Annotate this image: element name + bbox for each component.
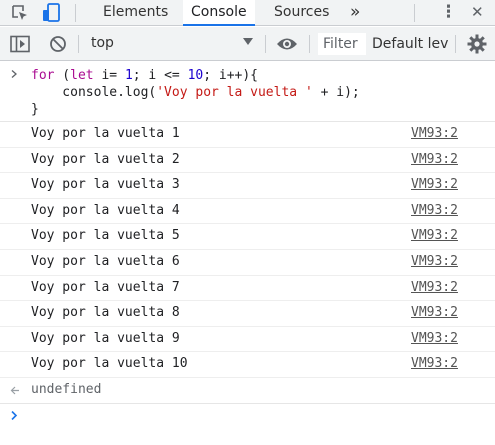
log-source-link[interactable]: VM93:2 [411,254,458,269]
console-prompt[interactable] [0,404,495,428]
more-tabs-icon[interactable]: » [342,0,368,26]
log-message: Voy por la vuelta 6 [31,253,180,269]
live-expression-eye-icon[interactable] [275,31,299,57]
log-source-link[interactable]: VM93:2 [411,203,458,218]
toolbar-divider-4 [455,35,456,53]
log-row: Voy por la vuelta 10 VM93:2 [0,352,495,378]
log-row: Voy por la vuelta 4 VM93:2 [0,199,495,225]
log-message: Voy por la vuelta 10 [31,356,188,372]
console-settings-gear-icon[interactable] [465,31,489,57]
command-code: for (let i= 1; i <= 10; i++){ console.lo… [31,67,360,118]
tabbar-divider-right [414,4,415,22]
tab-elements[interactable]: Elements [95,0,176,26]
log-source-link[interactable]: VM93:2 [411,356,458,371]
log-message: Voy por la vuelta 8 [31,305,180,321]
code-line-2: console.log('Voy por la vuelta ' + i); [31,85,360,100]
log-message: Voy por la vuelta 2 [31,151,180,167]
log-row: Voy por la vuelta 7 VM93:2 [0,276,495,302]
dropdown-arrow-icon [243,38,253,45]
log-message: Voy por la vuelta 7 [31,279,180,295]
tab-console[interactable]: Console [183,0,255,26]
log-source-link[interactable]: VM93:2 [411,126,458,141]
log-source-link[interactable]: VM93:2 [411,228,458,243]
device-toolbar-icon[interactable] [40,0,66,26]
log-source-link[interactable]: VM93:2 [411,280,458,295]
console-command-entry: for (let i= 1; i <= 10; i++){ console.lo… [0,62,495,122]
log-row: Voy por la vuelta 5 VM93:2 [0,224,495,250]
log-levels-dropdown[interactable]: Default lev [372,33,448,55]
result-value: undefined [31,381,102,397]
log-row: Voy por la vuelta 3 VM93:2 [0,173,495,199]
result-row: undefined [0,378,495,404]
toolbar-divider-3 [309,35,310,53]
filter-input[interactable]: Filter [318,33,366,55]
log-source-link[interactable]: VM93:2 [411,152,458,167]
result-arrow-icon [10,386,19,395]
prompt-chevron-icon [11,410,18,420]
tabbar-divider [75,4,76,22]
show-sidebar-icon[interactable] [8,31,32,57]
inspect-element-icon[interactable] [8,0,32,26]
log-row: Voy por la vuelta 8 VM93:2 [0,301,495,327]
console-output: for (let i= 1; i <= 10; i++){ console.lo… [0,62,495,428]
log-message: Voy por la vuelta 1 [31,126,180,141]
context-selector[interactable]: top [85,33,257,55]
devtools-tabbar: Elements Console Sources » ⋮ ✕ [0,0,495,26]
close-devtools-icon[interactable]: ✕ [463,0,492,26]
code-line-3: } [31,102,39,117]
settings-menu-icon[interactable]: ⋮ [432,0,465,26]
clear-console-icon[interactable] [46,31,70,57]
log-message: Voy por la vuelta 3 [31,177,180,193]
console-toolbar: top Filter Default lev [0,27,495,61]
toolbar-divider [78,35,79,53]
log-message: Voy por la vuelta 4 [31,202,180,218]
log-row: Voy por la vuelta 2 VM93:2 [0,148,495,174]
log-source-link[interactable]: VM93:2 [411,331,458,346]
log-source-link[interactable]: VM93:2 [411,177,458,192]
input-chevron-icon [11,70,17,78]
log-message: Voy por la vuelta 9 [31,330,180,346]
log-message: Voy por la vuelta 5 [31,228,180,244]
code-line-1: for (let i= 1; i <= 10; i++){ [31,68,259,83]
tab-sources[interactable]: Sources [266,0,337,26]
log-row: Voy por la vuelta 9 VM93:2 [0,327,495,353]
log-source-link[interactable]: VM93:2 [411,305,458,320]
log-row: Voy por la vuelta 6 VM93:2 [0,250,495,276]
log-list: Voy por la vuelta 1 VM93:2 Voy por la vuel… [0,122,495,378]
log-row: Voy por la vuelta 1 VM93:2 [0,122,495,148]
context-selector-label: top [91,35,114,51]
toolbar-divider-2 [265,35,266,53]
